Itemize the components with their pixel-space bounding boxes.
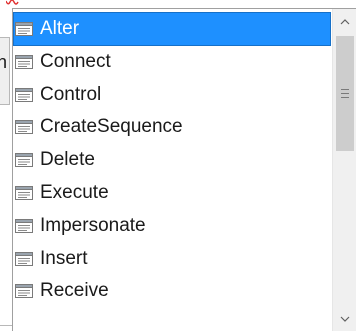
editor-viewport: n Alter Connect Control CreateSequence Delet…: [0, 0, 356, 331]
keyword-icon: [15, 54, 33, 69]
background-text: n: [0, 52, 8, 72]
completion-item-label: CreateSequence: [40, 116, 183, 138]
completion-item-label: Connect: [40, 50, 111, 72]
completion-item-label: Execute: [40, 182, 109, 203]
scroll-up-button[interactable]: [333, 9, 356, 35]
keyword-icon: [15, 251, 33, 266]
keyword-icon: [15, 153, 33, 168]
completion-item[interactable]: Connect: [14, 46, 330, 78]
completion-item-label: Receive: [40, 280, 109, 302]
completion-item[interactable]: Delete: [14, 144, 330, 176]
background-divider: [0, 325, 12, 326]
completion-item[interactable]: Control: [14, 79, 330, 111]
keyword-icon: [15, 120, 33, 135]
scrollbar-thumb[interactable]: [336, 36, 354, 151]
completion-item[interactable]: Impersonate: [14, 210, 330, 242]
completion-list[interactable]: Alter Connect Control CreateSequence Delete E…: [13, 9, 331, 331]
completion-item[interactable]: CreateSequence: [14, 111, 330, 143]
completion-item[interactable]: Insert: [14, 243, 330, 275]
completion-item[interactable]: Execute: [14, 177, 330, 209]
completion-item-label: Delete: [40, 149, 95, 171]
completion-item-label: Insert: [40, 247, 88, 269]
completion-item[interactable]: Receive: [14, 275, 330, 307]
keyword-icon: [15, 284, 33, 299]
completion-item[interactable]: Alter: [13, 12, 331, 46]
keyword-icon: [15, 218, 33, 233]
completion-item-label: Control: [40, 83, 102, 105]
keyword-icon: [15, 186, 33, 200]
grip-icon: [341, 89, 349, 98]
keyword-icon: [15, 22, 33, 36]
error-squiggle: [6, 0, 19, 5]
keyword-icon: [15, 87, 33, 102]
completion-item-label: Impersonate: [40, 214, 146, 236]
chevron-up-icon: [340, 19, 350, 25]
completion-item-label: Alter: [40, 17, 80, 41]
scroll-down-button[interactable]: [333, 306, 356, 331]
chevron-down-icon: [340, 316, 350, 322]
completion-list-popup[interactable]: Alter Connect Control CreateSequence Delete E…: [12, 8, 356, 331]
vertical-scrollbar[interactable]: [332, 9, 356, 331]
